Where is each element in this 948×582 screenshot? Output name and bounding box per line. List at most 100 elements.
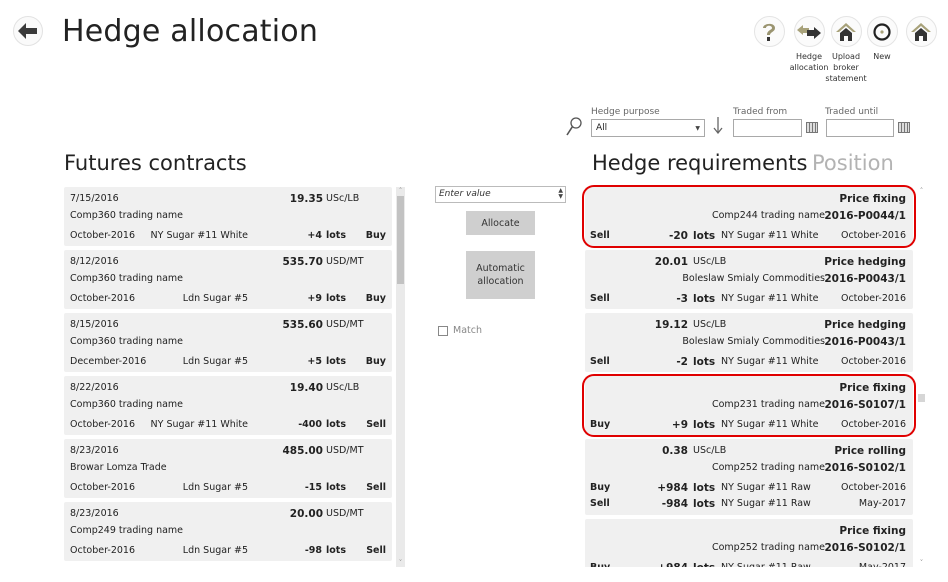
sort-button[interactable] (713, 117, 723, 137)
company-name: Comp360 trading name (70, 273, 184, 284)
futures-contracts-list: 7/15/2016 19.35 USc/LB Comp360 trading name… (64, 187, 392, 567)
hedge-requirement-card[interactable]: 19.12 USc/LB Price hedging Boleslaw Smialy … (585, 313, 913, 372)
delivery-month: May-2017 (859, 562, 906, 567)
trade-side: Buy (365, 356, 386, 367)
company-name: Comp360 trading name (70, 399, 184, 410)
scrollbar-thumb[interactable] (918, 394, 925, 402)
lots-count: +984 (657, 482, 688, 494)
hedge-requirement-card[interactable]: Price fixing Comp231 trading name 2016-S01… (585, 376, 913, 435)
market-name: Ldn Sugar #5 (182, 293, 248, 304)
requirement-ref: 2016-S0102/1 (824, 542, 906, 554)
traded-until-input[interactable] (826, 119, 894, 137)
price-unit: USD/MT (326, 445, 364, 456)
trade-date: 8/15/2016 (70, 319, 119, 330)
help-button[interactable] (749, 16, 789, 51)
home-button[interactable] (901, 16, 941, 51)
lots-count: -98 (304, 545, 322, 556)
spinner-icon[interactable]: ▲ ▼ (558, 188, 563, 200)
automatic-allocation-button[interactable]: Automatic allocation (466, 251, 535, 299)
lots-label: lots (693, 419, 716, 431)
price: 535.60 (282, 319, 323, 331)
price-unit: USc/LB (693, 319, 727, 330)
price: 19.12 (654, 319, 688, 331)
company-name: Comp360 trading name (70, 210, 184, 221)
futures-contract-card[interactable]: 8/12/2016 535.70 USD/MT Comp360 trading nam… (64, 250, 392, 309)
calendar-icon[interactable] (898, 122, 910, 133)
price-unit: USD/MT (326, 319, 364, 330)
delivery-month: October-2016 (70, 545, 136, 556)
market-name: Ldn Sugar #5 (182, 482, 248, 493)
hedge-requirement-card[interactable]: Price fixing Comp244 trading name 2016-P00… (585, 187, 913, 246)
futures-scrollbar[interactable]: ˄ ˅ (396, 187, 405, 567)
requirements-scrollbar[interactable]: ˄ ˅ (917, 187, 926, 567)
futures-contract-card[interactable]: 8/22/2016 19.40 USc/LB Comp360 trading name… (64, 376, 392, 435)
futures-contract-card[interactable]: 8/23/2016 20.00 USD/MT Comp249 trading name… (64, 502, 392, 561)
price: 20.01 (654, 256, 688, 268)
hedge-purpose-label: Hedge purpose (591, 107, 660, 117)
market-name: Ldn Sugar #5 (182, 545, 248, 556)
hedge-requirement-card[interactable]: 0.38 USc/LB Price rolling Comp252 trading n… (585, 439, 913, 515)
company-name: Boleslaw Smialy Commodities (682, 336, 825, 347)
price-unit: USc/LB (326, 193, 360, 204)
price: 535.70 (282, 256, 323, 268)
position-tab[interactable]: Position (812, 151, 894, 175)
allocation-value-input[interactable]: Enter value ▲ ▼ (435, 186, 566, 203)
scroll-up-arrow-icon[interactable]: ˄ (396, 187, 405, 195)
scrollbar-thumb[interactable] (397, 196, 404, 284)
requirement-ref: 2016-S0102/1 (824, 462, 906, 474)
trade-side: Sell (366, 419, 386, 430)
back-button[interactable] (13, 16, 43, 46)
page-title: Hedge allocation (62, 14, 319, 49)
new-button[interactable]: New (862, 16, 902, 62)
price: 0.38 (662, 445, 688, 457)
delivery-month: October-2016 (70, 230, 136, 241)
scroll-down-arrow-icon[interactable]: ˅ (396, 559, 405, 567)
scroll-up-arrow-icon[interactable]: ˄ (917, 187, 926, 195)
hedge-requirements-list: Price fixing Comp244 trading name 2016-P00… (585, 187, 913, 567)
futures-contract-card[interactable]: 8/15/2016 535.60 USD/MT Comp360 trading nam… (64, 313, 392, 372)
traded-from-input[interactable] (733, 119, 802, 137)
leg-side: Buy (590, 482, 611, 493)
match-checkbox[interactable] (438, 326, 448, 336)
hedge-purpose-value: All (596, 123, 608, 133)
lots-label: lots (326, 356, 346, 367)
leg-side: Sell (590, 356, 610, 367)
lots-label: lots (326, 419, 346, 430)
calendar-icon[interactable] (806, 122, 818, 133)
requirement-type: Price fixing (839, 382, 906, 394)
company-name: Comp244 trading name (711, 210, 825, 221)
company-name: Comp252 trading name (711, 462, 825, 473)
price: 19.35 (289, 193, 323, 205)
delivery-month: October-2016 (840, 230, 906, 241)
market-name: NY Sugar #11 White (721, 230, 819, 241)
allocate-button[interactable]: Allocate (466, 211, 535, 235)
delivery-month: October-2016 (70, 482, 136, 493)
lots-count: -3 (676, 293, 688, 305)
price-unit: USc/LB (693, 445, 727, 456)
hedge-requirement-card[interactable]: 20.01 USc/LB Price hedging Boleslaw Smialy … (585, 250, 913, 309)
search-button[interactable] (566, 117, 582, 139)
company-name: Comp249 trading name (70, 525, 184, 536)
help-icon (763, 23, 775, 41)
allocation-value-placeholder: Enter value (439, 189, 491, 199)
magnifier-icon (566, 117, 582, 136)
scroll-down-arrow-icon[interactable]: ˅ (917, 559, 926, 567)
market-name: NY Sugar #11 Raw (721, 482, 811, 493)
hedge-requirements-tab[interactable]: Hedge requirements (592, 151, 808, 175)
hedge-purpose-select[interactable]: All ▼ (591, 119, 705, 137)
upload-broker-statement-button[interactable]: Upload broker statement (825, 16, 867, 84)
home-icon (911, 22, 931, 41)
futures-contract-card[interactable]: 7/15/2016 19.35 USc/LB Comp360 trading name… (64, 187, 392, 246)
leg-side: Sell (590, 293, 610, 304)
lots-label: lots (326, 230, 346, 241)
market-name: NY Sugar #11 White (721, 419, 819, 430)
market-name: NY Sugar #11 White (150, 419, 248, 430)
trade-side: Sell (366, 482, 386, 493)
delivery-month: October-2016 (840, 419, 906, 430)
lots-count: -20 (669, 230, 688, 242)
hedge-requirement-card[interactable]: Price fixing Comp252 trading name 2016-S01… (585, 519, 913, 567)
lots-count: +9 (307, 293, 322, 304)
leg-side: Sell (590, 230, 610, 241)
requirement-type: Price fixing (839, 193, 906, 205)
futures-contract-card[interactable]: 8/23/2016 485.00 USD/MT Browar Lomza Trade O… (64, 439, 392, 498)
